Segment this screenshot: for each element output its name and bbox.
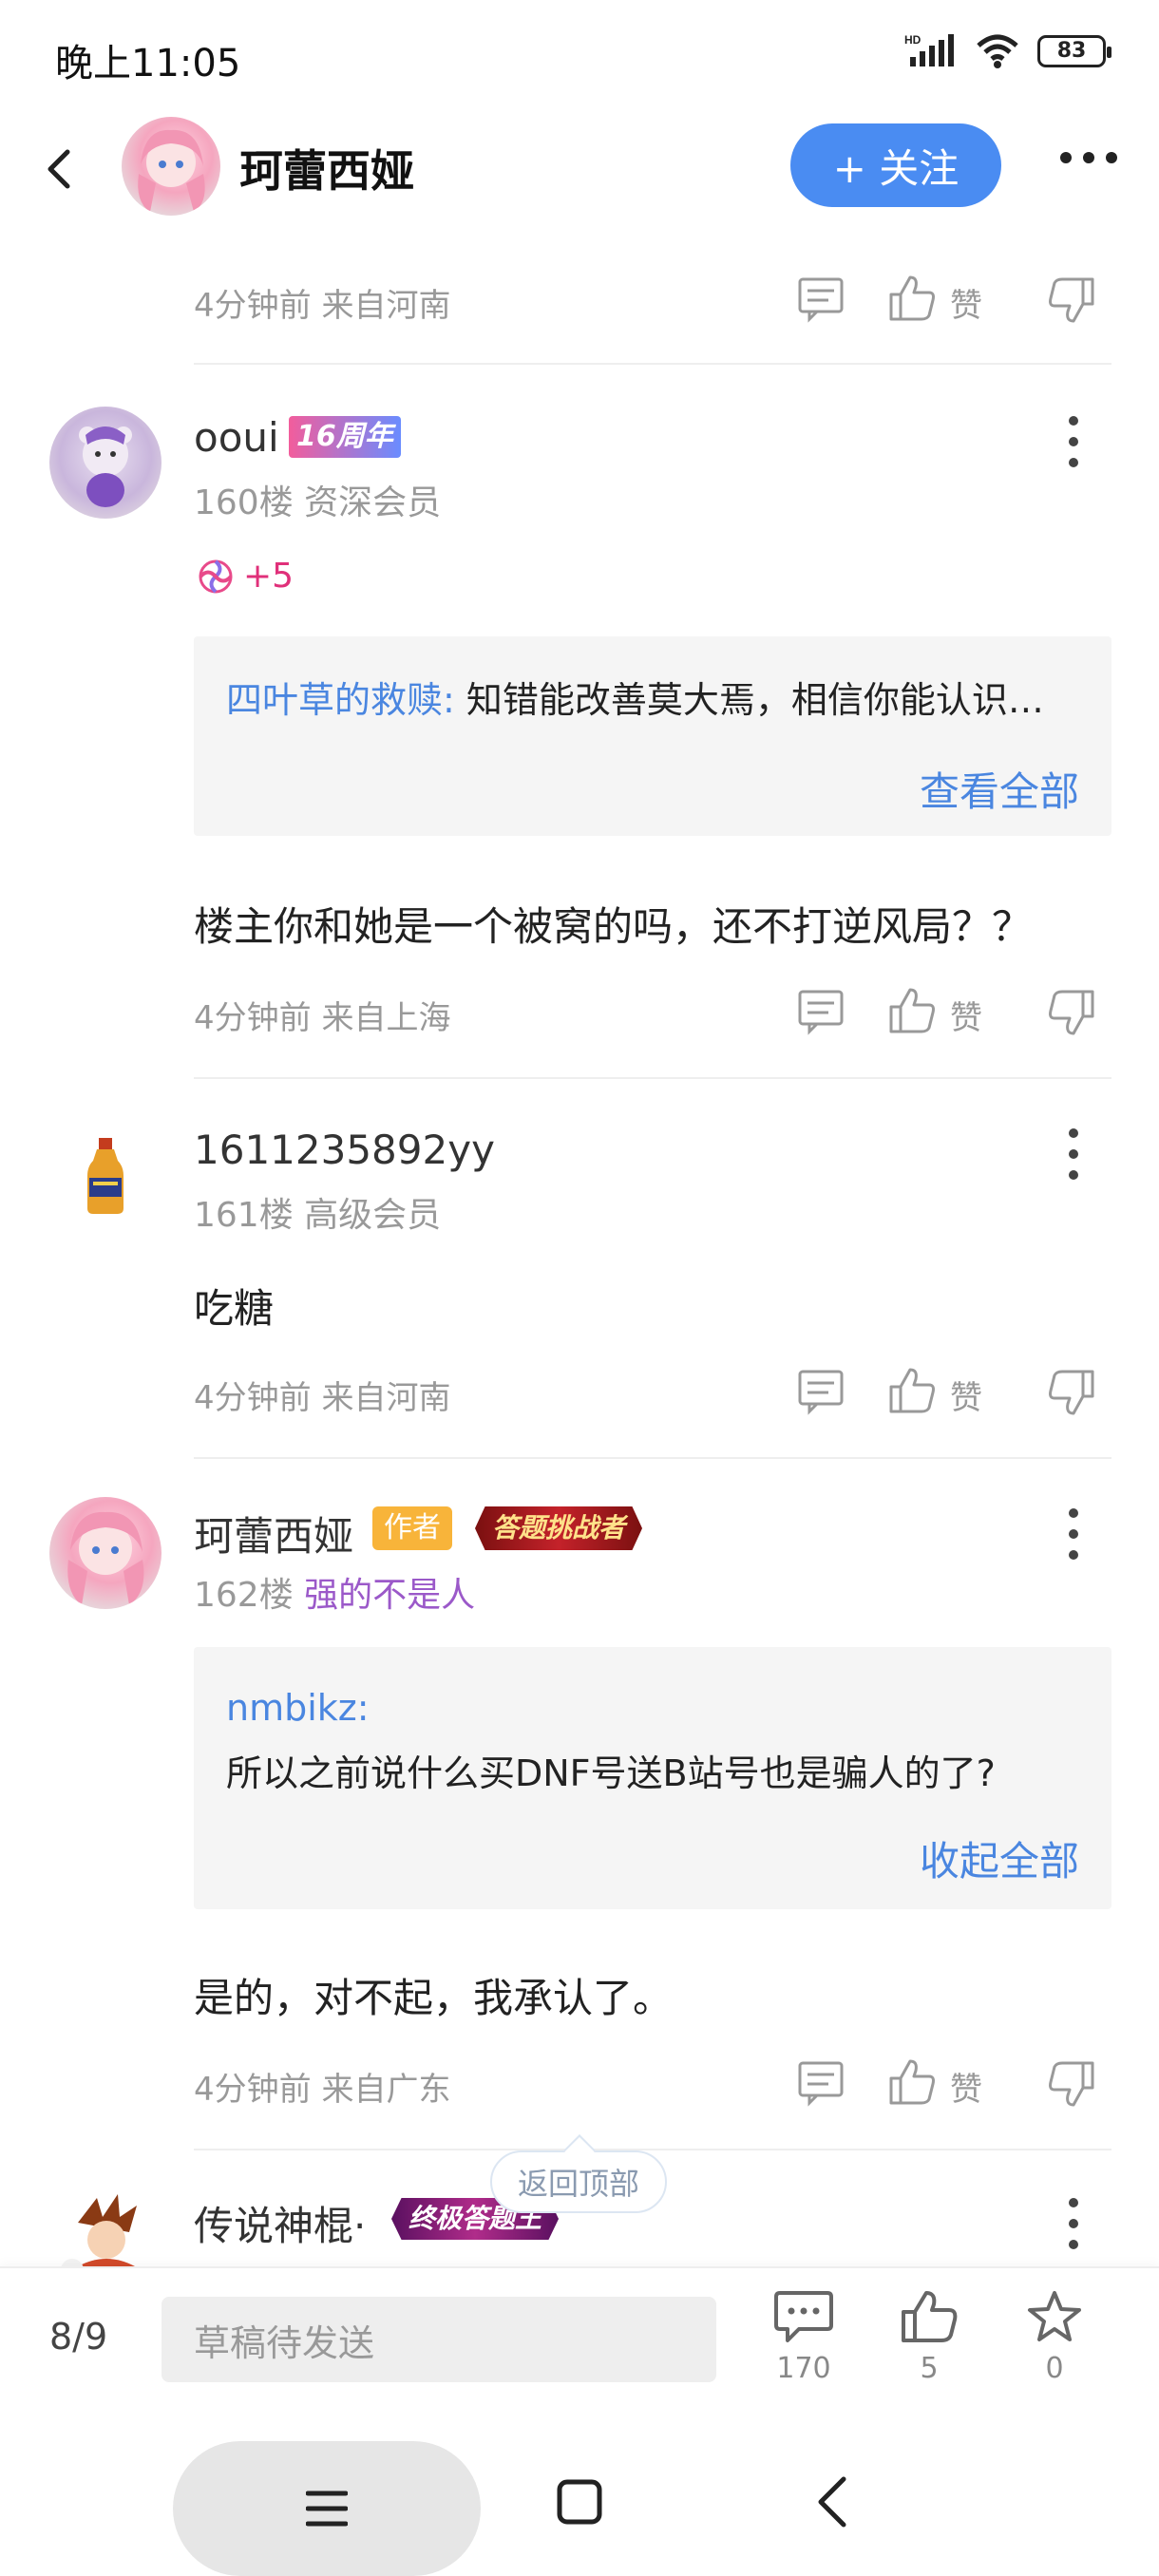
author-avatar[interactable] [122,117,220,216]
user-avatar[interactable] [49,407,162,519]
reply-icon[interactable] [796,988,846,1035]
comments-button[interactable]: 170 [756,2289,851,2385]
like-label[interactable]: 赞 [950,992,982,1038]
quoted-username[interactable]: 四叶草的救赎: [226,679,455,721]
quoted-reply-box[interactable]: nmbikz: 所以之前说什么买DNF号送B站号也是骗人的了? 收起全部 [194,1647,1112,1909]
chevron-left-icon [48,149,70,189]
floor-number: 162楼 [194,1576,294,1615]
system-nav-bar [0,2407,1159,2576]
username[interactable]: 珂蕾西娅 [194,1505,353,1563]
post-content: 吃糖 [194,1285,275,1332]
nav-back-icon[interactable] [809,2473,857,2530]
quoted-line: 四叶草的救赎: 知错能改善莫大焉，相信你能认识… [226,671,1044,723]
signal-icon: HD [904,33,954,66]
view-all-link[interactable]: 查看全部 [920,760,1079,818]
thumbs-down-icon[interactable] [1047,1368,1096,1417]
thumbs-up-icon [902,2291,958,2342]
back-button[interactable] [30,141,87,198]
comment-icon [774,2291,833,2342]
post-meta-row: 4分钟前 来自河南 赞 [194,270,1117,327]
anime-girl-avatar-icon [138,129,205,212]
quoted-text: 所以之前说什么买DNF号送B站号也是骗人的了? [226,1752,996,1794]
like-label[interactable]: 赞 [950,279,982,326]
thumbs-down-icon[interactable] [1047,988,1096,1037]
lollipop-gift-icon[interactable] [196,557,236,597]
reply-icon[interactable] [796,275,846,323]
post-meta-row: 4分钟前 来自河南 赞 [194,1362,1117,1419]
floor-divider [194,1457,1112,1459]
post-meta-row: 4分钟前 来自上海 赞 [194,982,1117,1039]
post-content: 是的，对不起，我承认了。 [194,1975,674,2021]
post-time-location: 4分钟前 来自广东 [194,2071,451,2109]
post-time-location: 4分钟前 来自河南 [194,1379,451,1417]
thumbs-down-icon[interactable] [1047,2059,1096,2109]
reply-icon[interactable] [796,2059,846,2107]
floor-divider [194,1077,1112,1079]
like-label[interactable]: 赞 [950,1372,982,1418]
star-icon [1028,2291,1081,2341]
user-avatar[interactable] [49,1119,162,1231]
author-badge: 作者 [372,1506,452,1550]
like-label[interactable]: 赞 [950,2063,982,2110]
post-more-icon[interactable] [1054,408,1092,475]
username[interactable]: ooui [194,414,279,461]
favorite-count: 0 [1045,2352,1064,2385]
battery-indicator: 83 [1037,35,1112,67]
floor-info: 160楼 资深会员 [194,483,442,522]
plush-bear-avatar-icon [79,426,132,507]
post-more-icon[interactable] [1054,2190,1092,2257]
post-more-icon[interactable] [1054,1501,1092,1567]
post-time-location: 4分钟前 来自上海 [194,999,451,1037]
thumbs-up-icon[interactable] [887,1366,937,1415]
gift-count: +5 [243,557,294,596]
bottle-avatar-icon [87,1138,124,1214]
network-label: HD [904,33,922,47]
favorite-button[interactable]: 0 [1007,2289,1102,2385]
post-content: 楼主你和她是一个被窝的吗，还不打逆风局？？ [194,903,1033,950]
username[interactable]: 1611235892yy [194,1127,495,1173]
anime-girl-avatar-icon [67,1511,144,1605]
wifi-icon [977,34,1018,68]
follow-button[interactable]: + 关注 [790,123,1001,207]
comment-count: 170 [776,2352,831,2385]
like-count: 5 [920,2352,939,2385]
floor-info: 162楼 强的不是人 [194,1567,475,1617]
more-options-icon[interactable] [1060,152,1117,163]
member-title: 强的不是人 [304,1576,476,1615]
post-more-icon[interactable] [1054,1121,1092,1187]
thumbs-up-icon[interactable] [887,986,937,1035]
quoted-reply-box[interactable]: 四叶草的救赎: 知错能改善莫大焉，相信你能认识… 查看全部 [194,636,1112,836]
floor-divider [194,363,1112,365]
recent-apps-button[interactable] [173,2441,481,2576]
reply-icon[interactable] [796,1368,846,1415]
page-title: 珂蕾西娅 [239,145,414,197]
post-time-location: 4分钟前 来自河南 [194,287,451,325]
floor-divider [194,2149,1112,2150]
back-to-top-button[interactable]: 返回顶部 [490,2150,667,2213]
reply-input[interactable]: 草稿待发送 [162,2297,716,2382]
post-meta-row: 4分钟前 来自广东 赞 [194,2054,1117,2111]
username[interactable]: 传说神棍· [194,2194,366,2252]
quoted-username[interactable]: nmbikz: [226,1687,370,1729]
thumbs-up-icon[interactable] [887,2057,937,2107]
user-avatar[interactable] [49,1497,162,1609]
anniversary-badge[interactable]: 16周年 [289,416,401,458]
status-icons: HD 83 [904,32,1112,70]
quoted-text: 知错能改善莫大焉，相信你能认识… [454,679,1044,721]
quiz-challenger-badge[interactable]: 答题挑战者 [475,1506,643,1550]
page-indicator[interactable]: 8/9 [49,2316,107,2358]
bottom-action-bar: 8/9 草稿待发送 170 5 0 [0,2266,1159,2407]
status-bar: 晚上11:05 HD 83 [0,0,1159,114]
thumbs-down-icon[interactable] [1047,275,1096,325]
home-square-icon[interactable] [555,2477,604,2527]
floor-info: 161楼 高级会员 [194,1196,442,1235]
menu-icon [306,2491,348,2527]
like-button[interactable]: 5 [882,2289,977,2385]
thread-header: 珂蕾西娅 + 关注 [0,114,1159,218]
collapse-all-link[interactable]: 收起全部 [920,1829,1079,1887]
thumbs-up-icon[interactable] [887,274,937,323]
status-time: 晚上11:05 [55,42,241,85]
